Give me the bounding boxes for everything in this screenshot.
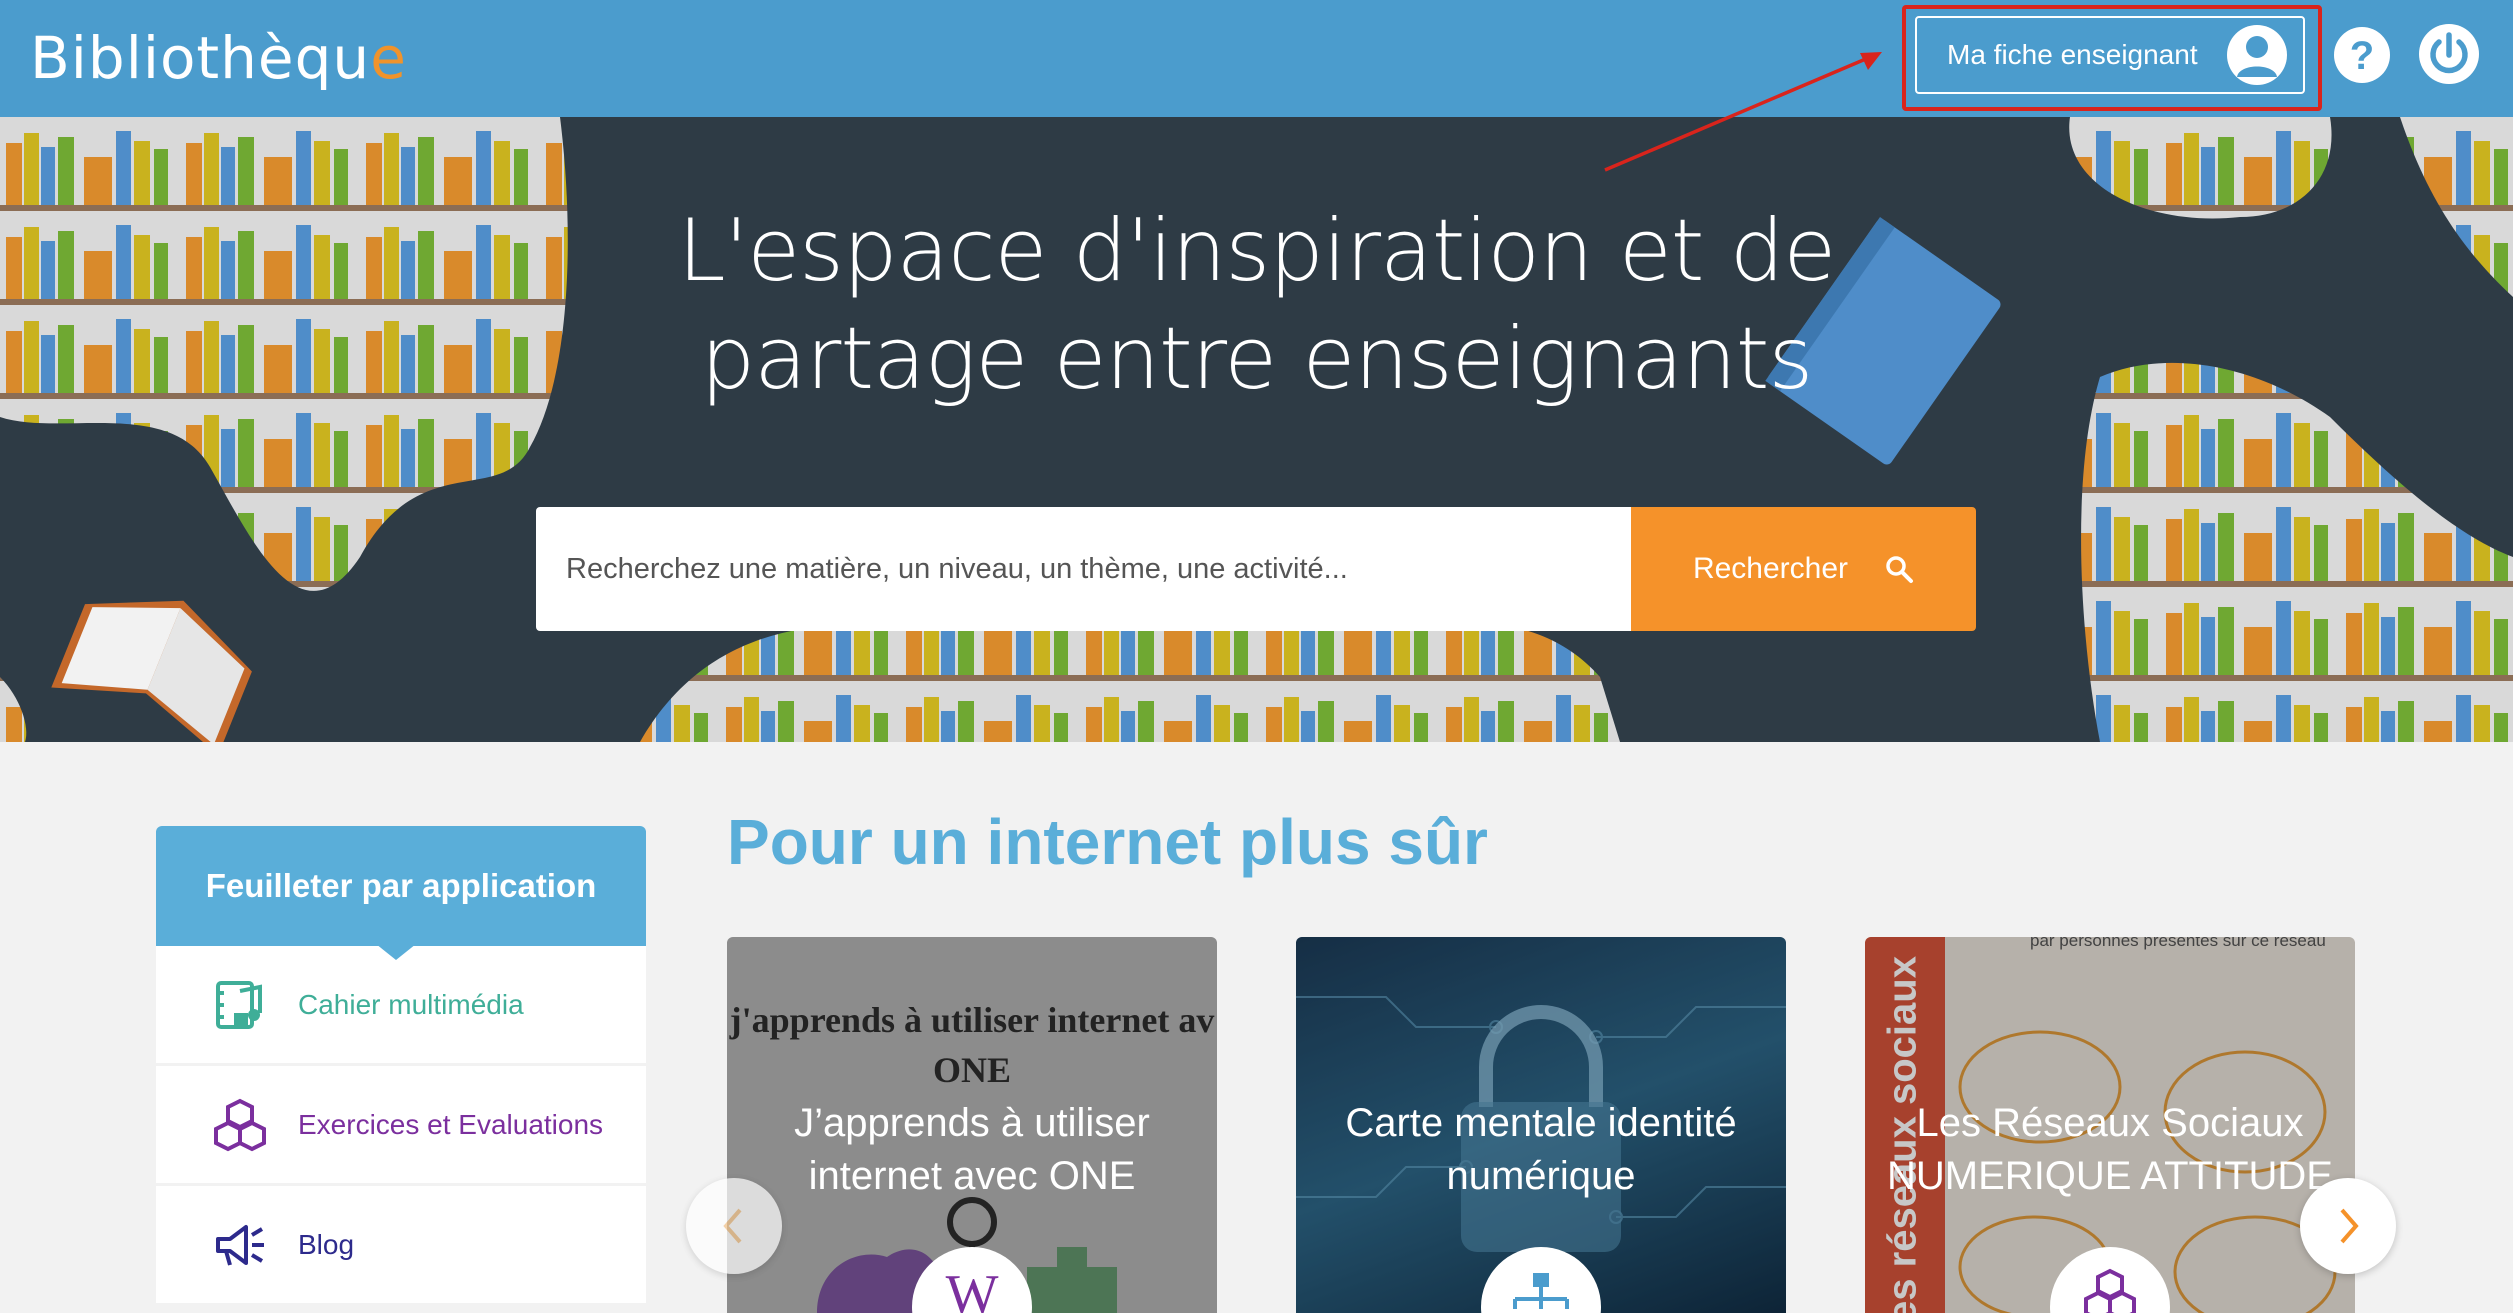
user-avatar-icon: [2227, 25, 2287, 85]
card-title: Les Réseaux Sociaux NUMERIQUE ATTITUDE: [1887, 1101, 2333, 1198]
hero-banner: L'espace d'inspiration et de partage ent…: [0, 117, 2513, 742]
logo-accent: e: [370, 24, 407, 92]
carousel-next-button[interactable]: [2300, 1178, 2396, 1274]
wikipedia-glyph: W: [945, 1264, 999, 1313]
cubes-glyph: [2084, 1268, 2136, 1313]
card-title: Carte mentale identité numérique: [1345, 1101, 1737, 1198]
multimedia-notebook-icon: [216, 980, 262, 1029]
search-bar: Rechercher: [536, 507, 1976, 631]
hero-title-line1: L'espace d'inspiration et de: [677, 201, 1837, 301]
top-header: Bibliothèque Ma fiche enseignant ?: [0, 0, 2513, 117]
application-sidebar: Feuilleter par application Cahier multim…: [156, 826, 646, 1313]
megaphone-icon: [216, 1224, 264, 1266]
chevron-right-icon: [2340, 1208, 2359, 1244]
help-circle-icon[interactable]: ?: [2332, 25, 2392, 85]
search-input[interactable]: [536, 507, 1631, 631]
cubes-icon: [2050, 1247, 2170, 1313]
svg-text:?: ?: [2350, 34, 2374, 78]
teacher-profile-label: Ma fiche enseignant: [1947, 39, 2198, 70]
carousel-prev-button[interactable]: [686, 1178, 782, 1274]
mindmap-glyph: [1513, 1273, 1569, 1309]
logo-text: Bibliothèqu: [30, 24, 371, 92]
cubes-icon: [214, 1098, 266, 1151]
resource-card-carte-mentale[interactable]: Carte mentale identité numérique: [1296, 937, 1786, 1313]
search-button[interactable]: Rechercher: [1631, 507, 1976, 631]
sidebar-item-blog[interactable]: Blog: [156, 1186, 646, 1306]
resource-card-reseaux-sociaux[interactable]: es réseaux sociaux par personnes présent…: [1865, 937, 2355, 1313]
logo[interactable]: Bibliothèque: [30, 18, 407, 98]
sidebar-item-label: Exercices et Evaluations: [298, 1108, 604, 1140]
chevron-left-icon: [723, 1208, 742, 1244]
search-icon: [1886, 556, 1914, 583]
sidebar-title: Feuilleter par application: [156, 826, 646, 960]
power-icon[interactable]: [2418, 23, 2480, 85]
sidebar-item-exercices-evaluations[interactable]: Exercices et Evaluations: [156, 1066, 646, 1186]
mindmap-icon: [1481, 1247, 1601, 1313]
hero-title: L'espace d'inspiration et de partage ent…: [0, 197, 2513, 413]
sidebar-item-label: Blog: [298, 1228, 355, 1260]
card-title: J’apprends à utiliser internet avec ONE: [794, 1101, 1150, 1198]
sidebar-item-label: Cahier multimédia: [298, 988, 524, 1020]
sidebar-item-cahier-multimedia[interactable]: Cahier multimédia: [156, 946, 646, 1066]
resource-card-internet-one[interactable]: j'apprends à utiliser internet av ONE J’…: [727, 937, 1217, 1313]
page: Bibliothèque Ma fiche enseignant ? L'esp…: [0, 0, 2513, 1313]
hero-title-line2: partage entre enseignants: [700, 309, 1814, 409]
search-button-label: Rechercher: [1692, 552, 1849, 585]
section-title: Pour un internet plus sûr: [727, 806, 1488, 878]
teacher-profile-button[interactable]: Ma fiche enseignant: [1915, 16, 2305, 94]
